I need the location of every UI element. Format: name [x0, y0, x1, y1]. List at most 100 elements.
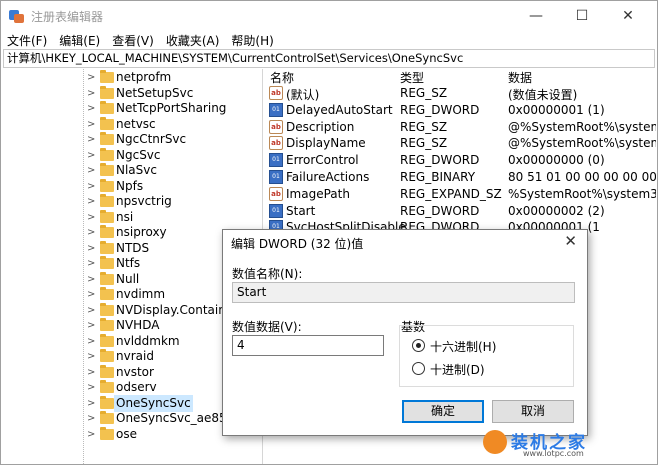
folder-icon [100, 271, 114, 285]
chevron-right-icon[interactable]: > [87, 181, 97, 192]
value-row[interactable]: ab Description REG_SZ @%SystemRoot%\system3 [266, 119, 656, 136]
folder-icon [100, 132, 114, 145]
minimize-button[interactable]: — [513, 1, 559, 31]
folder-icon [100, 116, 114, 130]
tree-node[interactable]: > nsi [3, 209, 262, 226]
value-name-field: Start [232, 282, 575, 303]
tree-node[interactable]: > NetSetupSvc [3, 85, 262, 102]
chevron-right-icon[interactable]: > [87, 429, 97, 440]
tree-node-label: NetTcpPortSharing [116, 101, 227, 115]
folder-icon [100, 380, 114, 393]
chevron-right-icon[interactable]: > [87, 150, 97, 161]
value-row[interactable]: ab DisplayName REG_SZ @%SystemRoot%\system3 [266, 135, 656, 152]
header-name[interactable]: 名称 [270, 69, 294, 86]
chevron-right-icon[interactable]: > [87, 289, 97, 300]
value-row[interactable]: 01 FailureActions REG_BINARY 80 51 01 00 00… [266, 169, 656, 186]
chevron-right-icon[interactable]: > [87, 305, 97, 316]
folder-icon [100, 411, 114, 424]
value-row[interactable]: 01 DelayedAutoStart REG_DWORD 0x00000001 (1… [266, 102, 656, 119]
tree-node[interactable]: > NgcSvc [3, 147, 262, 164]
tree-node[interactable]: > NlaSvc [3, 162, 262, 179]
header-type[interactable]: 类型 [400, 69, 424, 86]
chevron-right-icon[interactable]: > [87, 367, 97, 378]
menu-edit[interactable]: 编辑(E) [53, 32, 106, 49]
hex-radio[interactable] [412, 339, 425, 352]
menu-view[interactable]: 查看(V) [106, 32, 160, 49]
value-data: 80 51 01 00 00 00 00 00 0 [508, 170, 656, 184]
header-data[interactable]: 数据 [508, 69, 532, 86]
value-data-input[interactable]: 4 [232, 335, 384, 356]
address-bar[interactable]: 计算机\HKEY_LOCAL_MACHINE\SYSTEM\CurrentCon… [3, 49, 655, 68]
chevron-right-icon[interactable]: > [87, 196, 97, 207]
value-name: (默认) [286, 88, 320, 102]
chevron-right-icon[interactable]: > [87, 398, 97, 409]
menu-bar: 文件(F) 编辑(E) 查看(V) 收藏夹(A) 帮助(H) [1, 31, 657, 49]
tree-node[interactable]: > NetTcpPortSharing [3, 100, 262, 117]
chevron-right-icon[interactable]: > [87, 103, 97, 114]
chevron-right-icon[interactable]: > [87, 351, 97, 362]
tree-node[interactable]: > Npfs [3, 178, 262, 195]
chevron-right-icon[interactable]: > [87, 413, 97, 424]
value-row[interactable]: ab (默认) REG_SZ (数值未设置) [266, 85, 656, 102]
folder-icon [100, 395, 114, 409]
value-data: @%SystemRoot%\system3 [508, 119, 656, 134]
value-data: 0x00000001 (1) [508, 102, 605, 117]
value-type: REG_DWORD [400, 153, 480, 168]
tree-node[interactable]: > npsvctrig [3, 193, 262, 210]
tree-node-label: nsi [116, 209, 134, 224]
menu-help[interactable]: 帮助(H) [225, 32, 279, 49]
menu-favorites[interactable]: 收藏夹(A) [160, 32, 226, 49]
chevron-right-icon[interactable]: > [87, 320, 97, 331]
folder-icon [100, 101, 114, 114]
chevron-right-icon[interactable]: > [87, 243, 97, 254]
value-data: @%SystemRoot%\system3 [508, 136, 656, 151]
folder-icon [100, 333, 114, 347]
value-type: REG_SZ [400, 136, 448, 151]
string-value-icon: ab [269, 86, 283, 100]
tree-node-label: NetSetupSvc [116, 85, 194, 100]
folder-icon [100, 70, 114, 83]
chevron-right-icon[interactable]: > [87, 258, 97, 269]
dialog-close-button[interactable]: ✕ [564, 232, 577, 250]
dec-radio[interactable] [412, 362, 425, 375]
binary-value-icon: 01 [269, 170, 283, 184]
value-row[interactable]: 01 ErrorControl REG_DWORD 0x00000000 (0) [266, 152, 656, 169]
value-type: REG_SZ [400, 119, 448, 134]
tree-node[interactable]: > netprofm [3, 69, 262, 86]
chevron-right-icon[interactable]: > [87, 165, 97, 176]
value-row[interactable]: 01 Start REG_DWORD 0x00000002 (2) [266, 203, 656, 220]
window-title: 注册表编辑器 [31, 9, 104, 24]
tree-node[interactable]: > netvsc [3, 116, 262, 133]
edit-dword-dialog: 编辑 DWORD (32 位)值 ✕ 数值名称(N): Start 数值数据(V… [222, 229, 588, 436]
regedit-app-icon [9, 8, 25, 24]
value-data: 0x00000000 (0) [508, 153, 605, 168]
value-data-label: 数值数据(V): [232, 320, 302, 334]
chevron-right-icon[interactable]: > [87, 336, 97, 347]
chevron-right-icon[interactable]: > [87, 134, 97, 145]
chevron-right-icon[interactable]: > [87, 88, 97, 99]
cancel-button[interactable]: 取消 [492, 400, 574, 423]
chevron-right-icon[interactable]: > [87, 72, 97, 83]
chevron-right-icon[interactable]: > [87, 119, 97, 130]
close-button[interactable]: ✕ [605, 1, 651, 31]
chevron-right-icon[interactable]: > [87, 382, 97, 393]
value-type: REG_EXPAND_SZ [400, 186, 502, 201]
chevron-right-icon[interactable]: > [87, 227, 97, 238]
watermark: 装机之家 www.lotpc.com [471, 426, 657, 462]
chevron-right-icon[interactable]: > [87, 274, 97, 285]
hex-radio-label[interactable]: 十六进制(H) [430, 338, 496, 355]
dec-radio-label[interactable]: 十进制(D) [430, 361, 485, 378]
menu-file[interactable]: 文件(F) [1, 32, 53, 49]
folder-icon [100, 147, 114, 161]
tree-node-label: ose [116, 426, 137, 441]
tree-node-label: nvdimm [116, 287, 166, 301]
chevron-right-icon[interactable]: > [87, 212, 97, 223]
value-row[interactable]: ab ImagePath REG_EXPAND_SZ %SystemRoot%\sys… [266, 186, 656, 203]
folder-icon [100, 225, 114, 238]
tree-node[interactable]: > NgcCtnrSvc [3, 131, 262, 148]
tree-node-label: NVDisplay.Container [116, 302, 239, 317]
ok-button[interactable]: 确定 [402, 400, 484, 423]
value-name: ImagePath [286, 186, 350, 201]
title-bar: 注册表编辑器 — ☐ ✕ [1, 1, 657, 31]
maximize-button[interactable]: ☐ [559, 1, 605, 31]
